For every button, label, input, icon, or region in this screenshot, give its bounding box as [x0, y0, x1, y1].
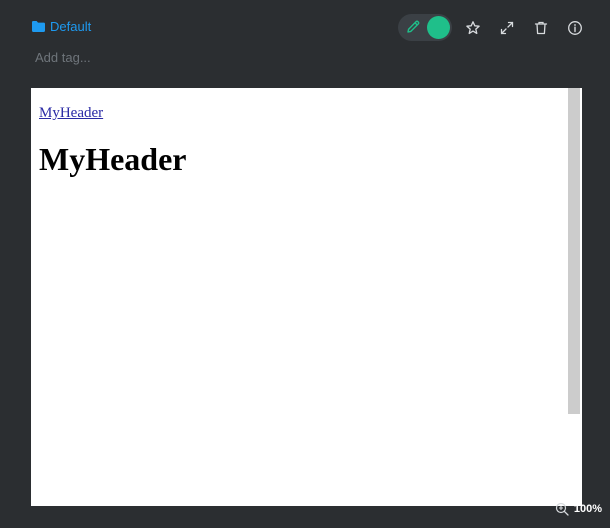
folder-selector[interactable]: Default: [32, 19, 91, 34]
toggle-knob: [427, 16, 450, 39]
folder-icon: [32, 21, 45, 32]
info-button[interactable]: [562, 15, 588, 41]
favorite-button[interactable]: [460, 15, 486, 41]
tag-input[interactable]: [33, 48, 277, 66]
header-link[interactable]: MyHeader: [39, 105, 103, 122]
expand-icon: [499, 20, 515, 36]
fullscreen-button[interactable]: [494, 15, 520, 41]
preview-heading: MyHeader: [39, 141, 187, 177]
folder-label: Default: [50, 19, 92, 34]
star-icon: [465, 20, 481, 36]
note-editor-window: Default Add tag... MyHeader MyHeader 100…: [0, 0, 610, 528]
pencil-icon: [405, 19, 421, 40]
toolbar: [398, 14, 588, 41]
zoom-control[interactable]: 100%: [555, 502, 602, 516]
note-preview-pane: MyHeader MyHeader: [31, 88, 582, 506]
trash-icon: [533, 20, 549, 36]
edit-preview-toggle[interactable]: [398, 14, 452, 41]
delete-button[interactable]: [528, 15, 554, 41]
zoom-level: 100%: [573, 503, 602, 515]
info-icon: [567, 20, 583, 36]
preview-content: MyHeader MyHeader: [39, 104, 187, 177]
preview-scrollbar[interactable]: [568, 88, 580, 414]
zoom-in-icon: [555, 502, 569, 516]
